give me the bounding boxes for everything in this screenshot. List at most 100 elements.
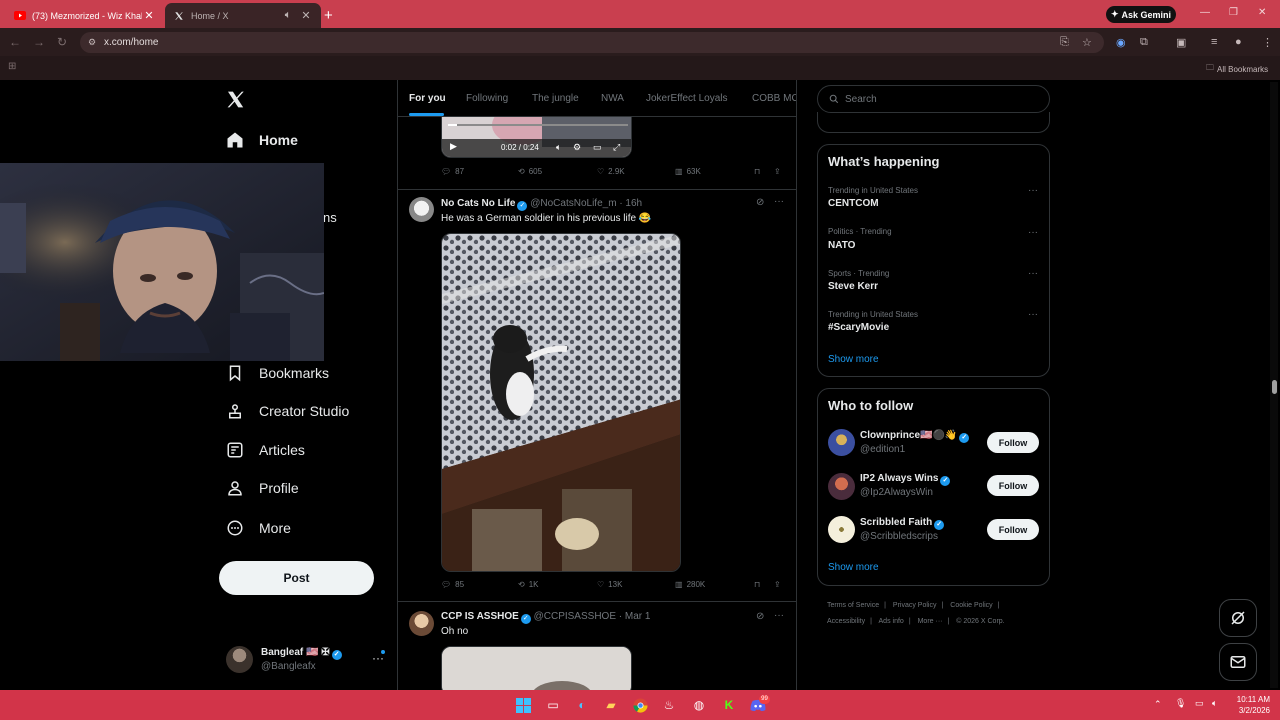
windows-start-icon[interactable] [513, 695, 533, 715]
trend-name[interactable]: NATO [828, 240, 855, 251]
tweet-media[interactable] [441, 233, 681, 572]
footer-link[interactable]: Ads info [879, 618, 904, 625]
avatar[interactable] [828, 516, 855, 543]
chrome-icon[interactable] [630, 695, 650, 715]
user-handle[interactable]: @Scribbledscrips [860, 531, 938, 542]
reply-button[interactable]: 💬︎ 87 [441, 167, 464, 176]
tab-following[interactable]: Following [466, 93, 508, 104]
user-handle[interactable]: @edition1 [860, 444, 905, 455]
forward-icon[interactable]: → [33, 35, 45, 49]
follow-button[interactable]: Follow [987, 519, 1039, 540]
volume-icon[interactable]: 🔈︎ [556, 142, 561, 153]
repost-button[interactable]: ⟲ 1K [518, 580, 539, 589]
settings-icon[interactable]: ⚙ [573, 142, 581, 153]
trend-name[interactable]: CENTCOM [828, 198, 879, 209]
tweet-time[interactable]: · Mar 1 [619, 611, 651, 622]
x-logo-icon[interactable] [226, 90, 245, 109]
messages-button[interactable] [1219, 643, 1257, 681]
share-icon[interactable]: ⇪ [774, 167, 781, 176]
account-switcher[interactable]: Bangleaf 🇺🇸 ✠ ✓ @Bangleafx ··· [226, 644, 391, 674]
more-dots-icon[interactable]: ··· [1028, 268, 1038, 279]
nav-articles[interactable]: Articles [226, 437, 305, 463]
more-dots-icon[interactable]: ··· [1028, 227, 1038, 238]
site-info-icon[interactable]: ⚙ [88, 37, 96, 48]
minimize-icon[interactable]: — [1200, 7, 1210, 18]
follow-button[interactable]: Follow [987, 475, 1039, 496]
play-icon[interactable]: ▶ [450, 141, 457, 152]
reading-list-icon[interactable]: ≡ [1211, 36, 1217, 48]
scrollbar-thumb[interactable] [1272, 380, 1277, 394]
avatar[interactable] [828, 429, 855, 456]
bookmark-icon[interactable]: ⊓ [754, 580, 760, 589]
edge-icon[interactable]: ◐ [572, 695, 592, 715]
nav-bookmarks[interactable]: Bookmarks [226, 360, 329, 386]
volume-icon[interactable]: 🔈︎ [1212, 698, 1217, 709]
split-view-icon[interactable]: ▣ [1176, 36, 1186, 49]
task-view-icon[interactable]: ▭ [543, 695, 563, 715]
obs-icon[interactable]: ◍ [689, 695, 709, 715]
avatar[interactable] [409, 197, 434, 222]
post-button[interactable]: Post [219, 561, 374, 595]
network-icon[interactable]: ▭ [1195, 698, 1204, 709]
user-name[interactable]: Scribbled Faith ✓ [860, 517, 945, 530]
tweet-handle[interactable]: @NoCatsNoLife_m [530, 198, 616, 209]
apps-grid-icon[interactable]: ⊞ [8, 61, 16, 72]
footer-link[interactable]: More ··· [918, 618, 943, 625]
like-button[interactable]: ♡ 2.9K [597, 167, 625, 176]
url-text[interactable]: x.com/home [104, 37, 158, 48]
tab-the-jungle[interactable]: The jungle [532, 93, 579, 104]
more-dots-icon[interactable]: ··· [774, 610, 784, 621]
user-name[interactable]: Clownprince🇺🇸⚫👋 ✓ [860, 430, 970, 443]
mute-icon[interactable]: 🔈︎ [281, 9, 295, 22]
bookmark-icon[interactable]: ⊓ [754, 167, 760, 176]
grok-icon[interactable]: ⊘ [756, 197, 764, 208]
close-window-icon[interactable]: ✕ [1258, 7, 1266, 18]
more-dots-icon[interactable]: ··· [1028, 309, 1038, 320]
tweet-handle[interactable]: @CCPISASSHOE [534, 611, 616, 622]
file-explorer-icon[interactable]: ▰ [601, 695, 621, 715]
user-name[interactable]: IP2 Always Wins ✓ [860, 473, 951, 486]
video-player[interactable]: ▶ 0:02 / 0:24 🔈︎ ⚙ ▭ ⤢ [441, 117, 632, 158]
nav-more[interactable]: More [226, 515, 291, 541]
install-app-icon[interactable]: ⎘ [1060, 36, 1069, 49]
tweet-time[interactable]: · 16h [619, 198, 642, 209]
more-dots-icon[interactable]: ··· [1028, 185, 1038, 196]
extension-icon[interactable]: ◉ [1116, 36, 1126, 49]
follow-button[interactable]: Follow [987, 432, 1039, 453]
like-button[interactable]: ♡ 13K [597, 580, 622, 589]
ask-gemini-button[interactable]: ✦ Ask Gemini [1106, 6, 1176, 23]
grok-icon[interactable]: ⊘ [756, 611, 764, 622]
avatar[interactable] [828, 473, 855, 500]
fullscreen-icon[interactable]: ⤢ [613, 142, 620, 153]
pip-icon[interactable]: ▭ [593, 142, 602, 153]
reply-button[interactable]: 💬︎ 85 [441, 580, 464, 589]
grok-button[interactable] [1219, 599, 1257, 637]
footer-link[interactable]: Terms of Service [827, 602, 879, 609]
nav-profile[interactable]: Profile [226, 475, 299, 501]
tweet-media[interactable] [441, 646, 632, 690]
system-clock[interactable]: 10:11 AM 3/2/2026 [1228, 694, 1270, 716]
footer-link[interactable]: Privacy Policy [893, 602, 937, 609]
repost-button[interactable]: ⟲ 605 [518, 167, 542, 176]
footer-link[interactable]: Cookie Policy [950, 602, 992, 609]
views-button[interactable]: ▥ 63K [675, 167, 701, 176]
back-icon[interactable]: ← [9, 35, 21, 49]
bookmark-star-icon[interactable]: ☆ [1082, 36, 1092, 49]
search-input[interactable]: Search [817, 85, 1050, 113]
tweet-author[interactable]: No Cats No Life [441, 198, 515, 209]
steam-icon[interactable]: ♨ [659, 695, 679, 715]
tab-x-home[interactable]: Home / X 🔈︎ ✕ [165, 3, 321, 28]
more-dots-icon[interactable]: ··· [774, 196, 784, 207]
tab-jokereffect-loyals[interactable]: JokerEffect Loyals [646, 93, 728, 104]
tab-cobb-mc[interactable]: COBB MC [752, 93, 796, 104]
extensions-puzzle-icon[interactable]: ⧉ [1140, 36, 1148, 49]
menu-icon[interactable]: ⋮ [1262, 36, 1273, 49]
kick-icon[interactable]: K [719, 695, 739, 715]
show-more-link[interactable]: Show more [828, 562, 879, 573]
nav-home[interactable]: Home [226, 127, 298, 153]
close-icon[interactable]: ✕ [299, 9, 313, 22]
all-bookmarks-button[interactable]: 🗀 All Bookmarks [1206, 62, 1268, 76]
tab-youtube[interactable]: (73) Mezmorized - Wiz Khalifa ✕ [6, 3, 164, 28]
tray-overflow-icon[interactable]: ⌃ [1154, 699, 1162, 710]
show-more-link[interactable]: Show more [828, 354, 879, 365]
